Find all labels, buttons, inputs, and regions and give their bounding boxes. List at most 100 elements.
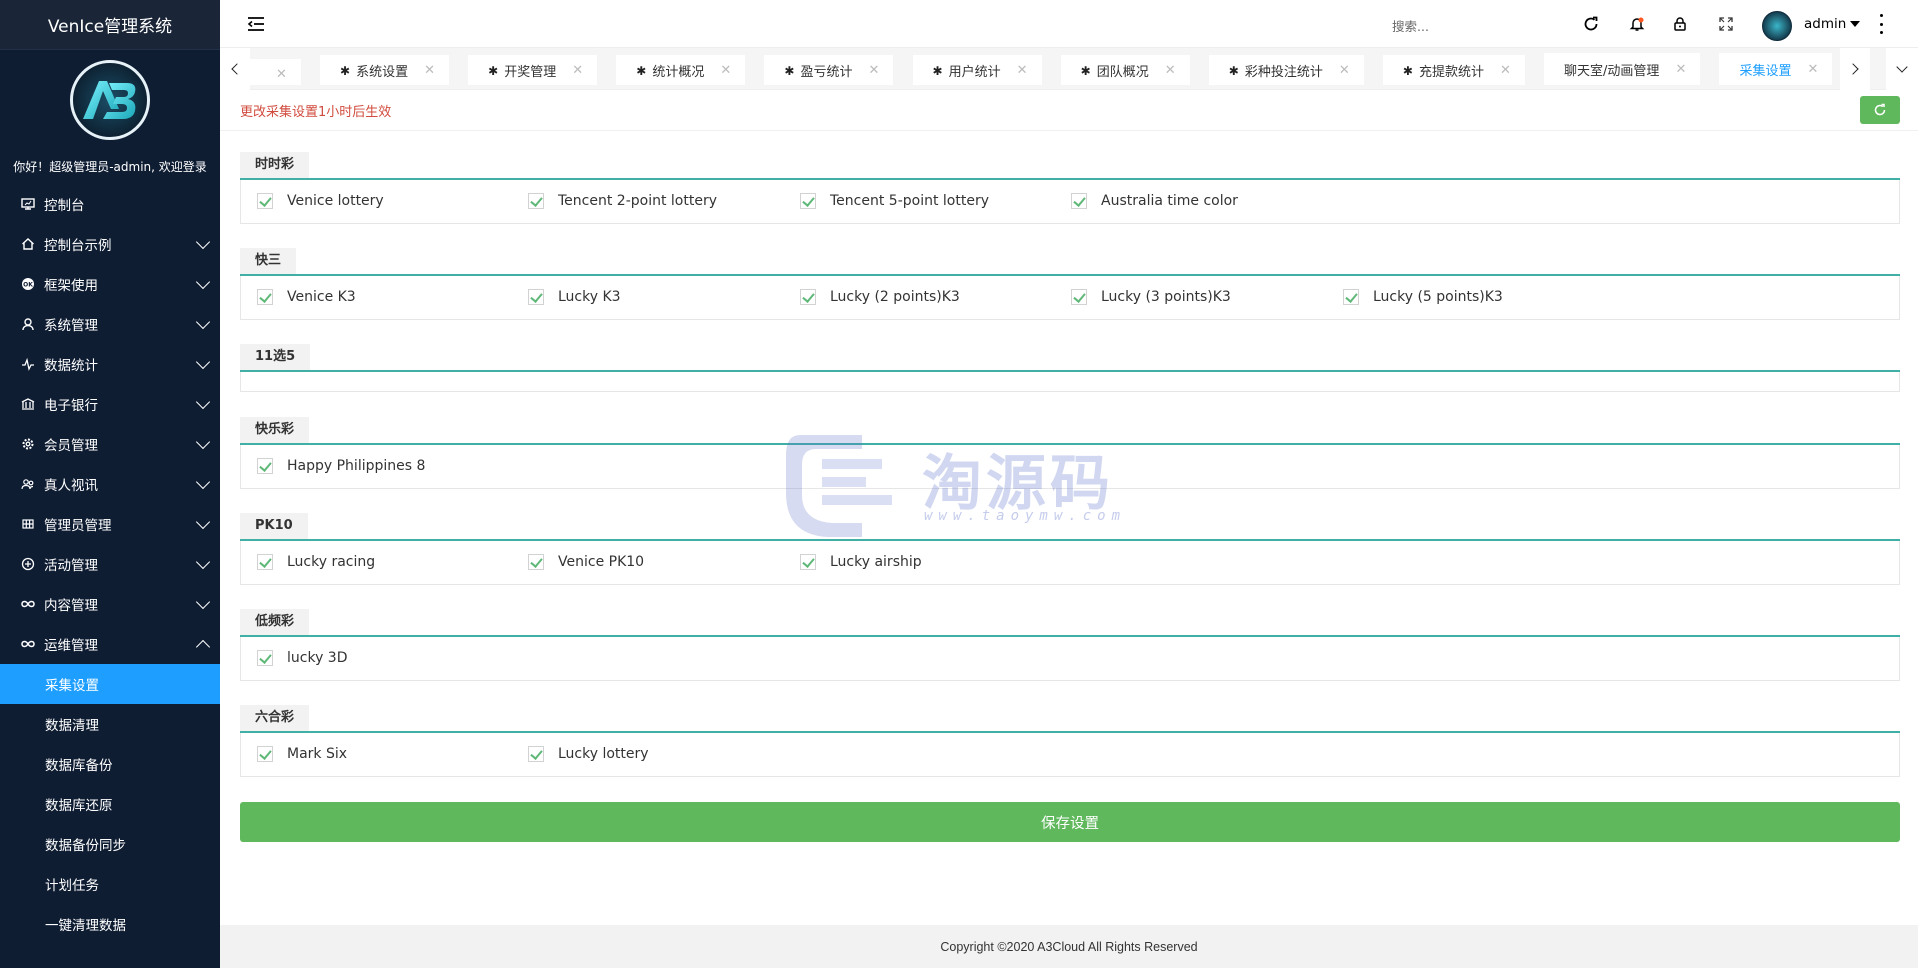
lock-icon[interactable] <box>1670 14 1690 34</box>
checkbox-option[interactable]: Lucky airship <box>800 554 922 570</box>
checkbox-checked-icon[interactable] <box>800 554 816 570</box>
checkbox-option[interactable]: lucky 3D <box>257 650 348 666</box>
sidebar-item-dashboard-examples[interactable]: 控制台示例 <box>0 224 220 264</box>
sidebar-item-statistics[interactable]: 数据统计 <box>0 344 220 384</box>
reload-button[interactable] <box>1860 96 1900 124</box>
close-icon[interactable]: ✕ <box>276 67 287 82</box>
more-vertical-icon[interactable] <box>1878 14 1884 34</box>
sidebar-item-label: 控制台 <box>44 198 85 214</box>
sidebar-item-admins[interactable]: 管理员管理 <box>0 504 220 544</box>
checkbox-checked-icon[interactable] <box>257 554 273 570</box>
tab-profit-stats[interactable]: ✱ 盈亏统计 ✕ <box>764 54 894 85</box>
checkbox-checked-icon[interactable] <box>528 554 544 570</box>
tab-scroll-left-icon[interactable] <box>220 48 250 90</box>
tab-collect-settings[interactable]: 采集设置 ✕ <box>1719 53 1833 85</box>
sidebar-nav: 控制台 控制台示例 OK 框架使用 系统管理 数据统计 电子银行 会员管理 真人… <box>0 184 220 944</box>
sidebar-subitem-collect-settings[interactable]: 采集设置 <box>0 664 220 704</box>
sidebar-item-dashboard[interactable]: 控制台 <box>0 184 220 224</box>
checkbox-checked-icon[interactable] <box>257 650 273 666</box>
checkbox-checked-icon[interactable] <box>528 289 544 305</box>
user-name[interactable]: admin <box>1804 16 1846 32</box>
checkbox-checked-icon[interactable] <box>528 746 544 762</box>
caret-down-icon[interactable] <box>1850 21 1860 27</box>
checkbox-checked-icon[interactable] <box>257 289 273 305</box>
plus-circle-icon <box>20 556 36 572</box>
close-icon[interactable]: ✕ <box>720 63 731 78</box>
checkbox-option[interactable]: Mark Six <box>257 746 347 762</box>
close-icon[interactable]: ✕ <box>1808 62 1819 77</box>
checkbox-option[interactable]: Venice lottery <box>257 193 384 209</box>
sidebar-item-members[interactable]: 会员管理 <box>0 424 220 464</box>
tab-menu-chevron-down-icon[interactable] <box>1886 48 1918 90</box>
checkbox-checked-icon[interactable] <box>257 458 273 474</box>
avatar[interactable] <box>1762 11 1792 41</box>
palm-icon: ✱ <box>488 63 499 78</box>
checkbox-checked-icon[interactable] <box>800 193 816 209</box>
sidebar-item-ebank[interactable]: 电子银行 <box>0 384 220 424</box>
checkbox-option[interactable]: Lucky K3 <box>528 289 621 305</box>
checkbox-checked-icon[interactable] <box>257 193 273 209</box>
close-icon[interactable]: ✕ <box>1675 62 1686 77</box>
bell-icon[interactable] <box>1627 14 1647 34</box>
tab-draw-management[interactable]: ✱ 开奖管理 ✕ <box>468 54 598 85</box>
sidebar-subitem-scheduled-tasks[interactable]: 计划任务 <box>0 864 220 904</box>
checkbox-checked-icon[interactable] <box>1343 289 1359 305</box>
app-title: VenIce管理系统 <box>0 0 220 50</box>
fullscreen-icon[interactable] <box>1716 14 1736 34</box>
checkbox-checked-icon[interactable] <box>1071 289 1087 305</box>
sidebar-subitem-one-click-cleanup[interactable]: 一键清理数据 <box>0 904 220 944</box>
checkbox-option[interactable]: Happy Philippines 8 <box>257 458 425 474</box>
checkbox-checked-icon[interactable] <box>257 746 273 762</box>
checkbox-option[interactable]: Lucky (3 points)K3 <box>1071 289 1231 305</box>
checkbox-option[interactable]: Venice PK10 <box>528 554 644 570</box>
sidebar-item-ops[interactable]: 运维管理 <box>0 624 220 664</box>
sidebar-item-activities[interactable]: 活动管理 <box>0 544 220 584</box>
sidebar-subitem-db-restore[interactable]: 数据库还原 <box>0 784 220 824</box>
sidebar-subitem-data-cleanup[interactable]: 数据清理 <box>0 704 220 744</box>
sidebar-subitem-db-backup[interactable]: 数据库备份 <box>0 744 220 784</box>
group-mark-six: 六合彩 Mark Six Lucky lottery <box>240 705 1900 777</box>
checkbox-option[interactable]: Australia time color <box>1071 193 1238 209</box>
close-icon[interactable]: ✕ <box>1165 63 1176 78</box>
checkbox-option[interactable]: Lucky (2 points)K3 <box>800 289 960 305</box>
close-icon[interactable]: ✕ <box>1339 63 1350 78</box>
close-icon[interactable]: ✕ <box>424 63 435 78</box>
tab-scroll-right-icon[interactable] <box>1840 48 1870 90</box>
menu-toggle-icon[interactable] <box>246 14 266 34</box>
chevron-down-icon <box>195 314 211 330</box>
refresh-icon <box>1874 103 1886 116</box>
tab-team-overview[interactable]: ✱ 团队概况 ✕ <box>1060 54 1190 85</box>
tab-home[interactable]: ✕ <box>250 58 301 85</box>
tab-user-stats[interactable]: ✱ 用户统计 ✕ <box>912 54 1042 85</box>
sidebar-item-live-video[interactable]: 真人视讯 <box>0 464 220 504</box>
sidebar-item-label: 会员管理 <box>44 438 98 454</box>
checkbox-checked-icon[interactable] <box>1071 193 1087 209</box>
checkbox-option[interactable]: Venice K3 <box>257 289 356 305</box>
sidebar-item-system[interactable]: 系统管理 <box>0 304 220 344</box>
search-input[interactable]: 搜索... <box>1392 16 1429 35</box>
sidebar-item-framework[interactable]: OK 框架使用 <box>0 264 220 304</box>
tab-deposit-withdraw-stats[interactable]: ✱ 充提款统计 ✕ <box>1382 54 1525 85</box>
checkbox-checked-icon[interactable] <box>528 193 544 209</box>
tab-lottery-bet-stats[interactable]: ✱ 彩种投注统计 ✕ <box>1208 54 1364 85</box>
save-settings-button[interactable]: 保存设置 <box>240 802 1900 842</box>
close-icon[interactable]: ✕ <box>1017 63 1028 78</box>
close-icon[interactable]: ✕ <box>1500 63 1511 78</box>
chevron-down-icon <box>195 594 211 610</box>
checkbox-option[interactable]: Tencent 2-point lottery <box>528 193 717 209</box>
close-icon[interactable]: ✕ <box>572 63 583 78</box>
sidebar-item-content[interactable]: 内容管理 <box>0 584 220 624</box>
palm-icon: ✱ <box>1402 63 1413 78</box>
checkbox-option[interactable]: Tencent 5-point lottery <box>800 193 989 209</box>
close-icon[interactable]: ✕ <box>869 63 880 78</box>
checkbox-checked-icon[interactable] <box>800 289 816 305</box>
checkbox-option[interactable]: Lucky lottery <box>528 746 649 762</box>
tab-stats-overview[interactable]: ✱ 统计概况 ✕ <box>616 54 746 85</box>
checkbox-option[interactable]: Lucky racing <box>257 554 375 570</box>
sidebar-subitem-backup-sync[interactable]: 数据备份同步 <box>0 824 220 864</box>
tab-system-settings[interactable]: ✱ 系统设置 ✕ <box>320 54 450 85</box>
refresh-icon[interactable] <box>1581 14 1601 34</box>
sidebar-item-label: 管理员管理 <box>44 518 112 534</box>
tab-chatroom[interactable]: 聊天室/动画管理 ✕ <box>1544 53 1701 85</box>
checkbox-option[interactable]: Lucky (5 points)K3 <box>1343 289 1503 305</box>
